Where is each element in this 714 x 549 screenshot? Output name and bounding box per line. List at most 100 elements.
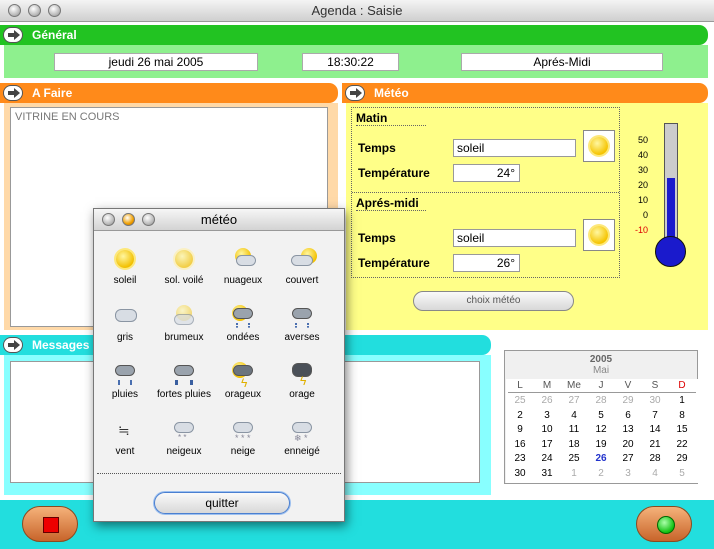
calendar-day[interactable]: 30 [507, 468, 533, 479]
calendar-day[interactable]: 19 [588, 439, 614, 450]
fog-icon [171, 304, 197, 328]
calendar-day[interactable]: 25 [507, 395, 533, 406]
minimize-window-button[interactable] [28, 4, 41, 17]
weather-option[interactable]: pluies [97, 361, 153, 400]
weather-option[interactable]: couvert [274, 247, 330, 286]
arrow-right-icon [345, 85, 365, 101]
weather-option[interactable]: averses [274, 304, 330, 343]
calendar-day[interactable]: 17 [534, 439, 560, 450]
date-field[interactable]: jeudi 26 mai 2005 [54, 53, 258, 71]
calendar-day[interactable]: 5 [669, 468, 695, 479]
calendar-weekday: L [517, 380, 523, 391]
popup-close-button[interactable] [102, 213, 115, 226]
calendar-day[interactable]: 11 [561, 424, 587, 435]
weather-option-label: averses [284, 332, 320, 343]
weather-option[interactable]: ≒ vent [97, 418, 153, 457]
calendar-grid: L M Me J V S D 25 26 27 28 29 30 1 2 3 4 5 6 7 8 9 10 11 12 13 14 1… [506, 379, 698, 483]
matin-temps-input[interactable]: soleil [453, 139, 576, 157]
calendar-day[interactable]: 4 [561, 410, 587, 421]
quitter-button[interactable]: quitter [154, 492, 290, 514]
time-field[interactable]: 18:30:22 [302, 53, 399, 71]
calendar-day[interactable]: 15 [669, 424, 695, 435]
calendar-day[interactable]: 22 [669, 439, 695, 450]
validate-button[interactable] [636, 506, 692, 542]
weather-option-label: pluies [111, 389, 139, 400]
calendar-day[interactable]: 13 [615, 424, 641, 435]
apresmidi-weather-button[interactable] [583, 219, 615, 251]
green-light-icon [657, 516, 675, 534]
calendar-day[interactable]: 1 [561, 468, 587, 479]
thunderstorm-icon: ϟ [230, 361, 256, 390]
choix-meteo-button[interactable]: choix météo [413, 291, 574, 311]
calendar-day[interactable]: 31 [534, 468, 560, 479]
weather-option[interactable]: nuageux [215, 247, 271, 286]
afaire-text: VITRINE EN COURS [15, 111, 120, 123]
thermometer-tick: 20 [637, 180, 648, 190]
calendar-day[interactable]: 5 [588, 410, 614, 421]
matin-temp-input[interactable]: 24° [453, 164, 520, 182]
calendar-day[interactable]: 8 [669, 410, 695, 421]
weather-option[interactable]: fortes pluies [156, 361, 212, 400]
calendar-day[interactable]: 27 [561, 395, 587, 406]
calendar-day[interactable]: 28 [642, 453, 668, 464]
window-title: Agenda : Saisie [311, 3, 403, 18]
calendar-day[interactable]: 2 [588, 468, 614, 479]
calendar-day[interactable]: 26 [588, 453, 614, 464]
thermometer-tube [664, 123, 678, 245]
calendar-day[interactable]: 26 [534, 395, 560, 406]
meteo-popup: météo soleil sol. voilé nuageux couvert gris… [93, 208, 345, 522]
popup-minimize-button[interactable] [122, 213, 135, 226]
popup-zoom-button[interactable] [142, 213, 155, 226]
calendar-day[interactable]: 23 [507, 453, 533, 464]
calendar-day[interactable]: 3 [615, 468, 641, 479]
thermometer-scale: 50 40 30 20 10 0 -10 [628, 133, 648, 238]
calendar-day[interactable]: 4 [642, 468, 668, 479]
zoom-window-button[interactable] [48, 4, 61, 17]
weather-option[interactable]: ❄ * enneigé [274, 418, 330, 457]
stop-button[interactable] [22, 506, 78, 542]
calendar-day[interactable]: 20 [615, 439, 641, 450]
weather-option[interactable]: ondées [215, 304, 271, 343]
matin-temps-label: Temps [358, 141, 396, 155]
calendar-day[interactable]: 6 [615, 410, 641, 421]
weather-option[interactable]: ϟ orageux [215, 361, 271, 400]
apresmidi-temp-input[interactable]: 26° [453, 254, 520, 272]
calendar-day[interactable]: 29 [615, 395, 641, 406]
calendar-day[interactable]: 29 [669, 453, 695, 464]
calendar-day[interactable]: 9 [507, 424, 533, 435]
matin-weather-button[interactable] [583, 130, 615, 162]
weather-option[interactable]: soleil [97, 247, 153, 286]
calendar-day[interactable]: 1 [669, 395, 695, 406]
calendar-day[interactable]: 12 [588, 424, 614, 435]
calendar-day[interactable]: 21 [642, 439, 668, 450]
apresmidi-title: Aprés-midi [356, 196, 426, 211]
weather-icon-grid: soleil sol. voilé nuageux couvert gris brumeu… [94, 231, 344, 463]
weather-option-label: sol. voilé [164, 275, 204, 286]
sun-icon [590, 137, 608, 155]
weather-option[interactable]: gris [97, 304, 153, 343]
weather-option[interactable]: ϟ orage [274, 361, 330, 400]
weather-option[interactable]: * * * neige [215, 418, 271, 457]
calendar-day[interactable]: 27 [615, 453, 641, 464]
calendar-day[interactable]: 3 [534, 410, 560, 421]
calendar-day[interactable]: 18 [561, 439, 587, 450]
calendar-day[interactable]: 25 [561, 453, 587, 464]
weather-option[interactable]: sol. voilé [156, 247, 212, 286]
close-window-button[interactable] [8, 4, 21, 17]
calendar-day[interactable]: 14 [642, 424, 668, 435]
weather-option[interactable]: brumeux [156, 304, 212, 343]
calendar-day[interactable]: 30 [642, 395, 668, 406]
calendar-day[interactable]: 16 [507, 439, 533, 450]
calendar-day[interactable]: 24 [534, 453, 560, 464]
grey-cloud-icon [112, 304, 138, 328]
calendar-day[interactable]: 7 [642, 410, 668, 421]
calendar-day[interactable]: 10 [534, 424, 560, 435]
rain-showers-icon [289, 304, 315, 328]
apresmidi-temps-input[interactable]: soleil [453, 229, 576, 247]
weather-option[interactable]: * * neigeux [156, 418, 212, 457]
calendar-day[interactable]: 28 [588, 395, 614, 406]
calendar-day[interactable]: 2 [507, 410, 533, 421]
period-field[interactable]: Aprés-Midi [461, 53, 663, 71]
weather-option-label: fortes pluies [157, 389, 211, 400]
calendar-weekday: Me [567, 380, 581, 391]
